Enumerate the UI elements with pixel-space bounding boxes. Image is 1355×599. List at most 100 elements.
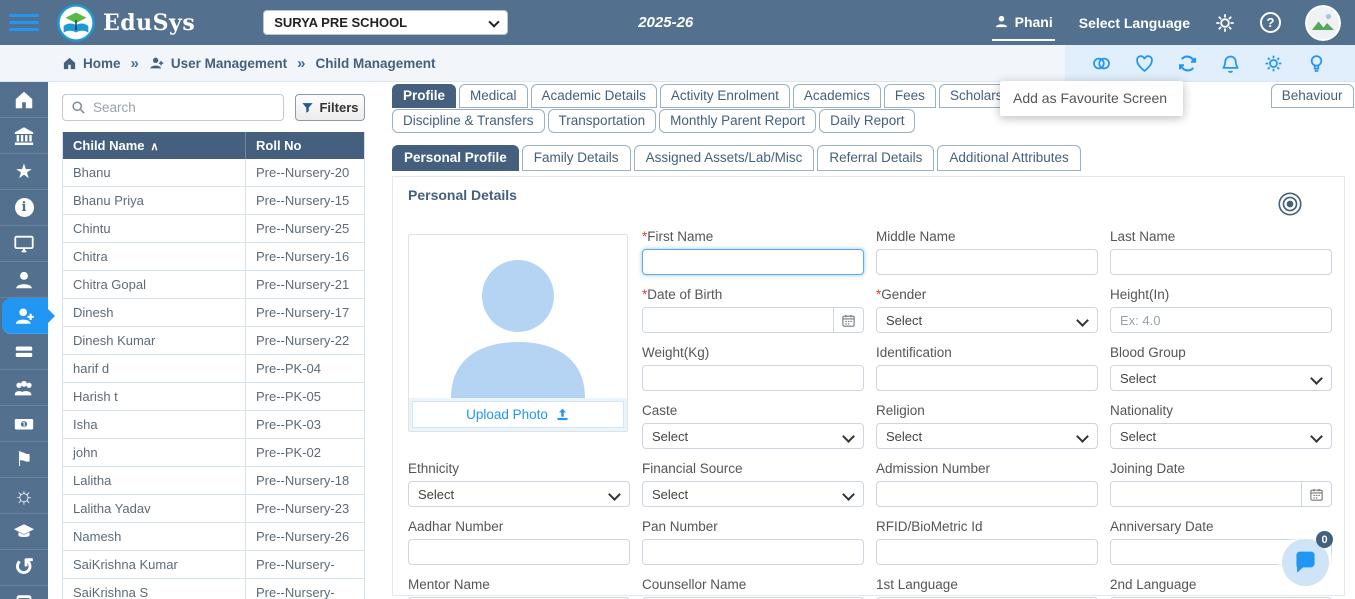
search-input[interactable] — [93, 100, 275, 115]
joining-date-input[interactable] — [1111, 482, 1301, 506]
settings-gear-icon[interactable] — [1214, 12, 1236, 34]
sidebar-item-academics[interactable] — [0, 514, 48, 550]
field-gender: *Gender Select — [876, 287, 1098, 333]
sidebar-item-groups[interactable] — [0, 370, 48, 406]
sidebar-item-institution[interactable] — [0, 118, 48, 154]
sidebar-item-finance[interactable]: 1 — [0, 406, 48, 442]
ethnicity-select[interactable]: Select — [408, 481, 630, 507]
lightbulb-icon[interactable] — [1306, 53, 1327, 74]
breadcrumb-home[interactable]: Home — [62, 56, 121, 71]
first-name-input[interactable] — [642, 249, 864, 275]
sort-asc-icon: ∧ — [150, 141, 159, 153]
sidebar-item-transport[interactable] — [0, 586, 48, 599]
subtab-assigned-assets[interactable]: Assigned Assets/Lab/Misc — [633, 145, 815, 171]
svg-text:1: 1 — [22, 421, 26, 428]
sidebar-item-user[interactable] — [0, 262, 48, 298]
pan-number-input[interactable] — [642, 539, 864, 565]
subtab-family-details[interactable]: Family Details — [521, 145, 631, 171]
table-row[interactable]: Bhanu Priya Pre--Nursery-15 — [63, 187, 364, 215]
child-detail-area: Profile Medical Academic Details Activit… — [375, 82, 1355, 599]
table-row[interactable]: Chitra Pre--Nursery-16 — [63, 243, 364, 271]
tab-monthly-parent-report[interactable]: Monthly Parent Report — [659, 109, 817, 133]
rfid-input[interactable] — [876, 539, 1098, 565]
select-language-button[interactable]: Select Language — [1079, 15, 1190, 31]
anniversary-date-input[interactable] — [1111, 540, 1301, 564]
last-name-input[interactable] — [1110, 249, 1332, 275]
nationality-select[interactable]: Select — [1110, 423, 1332, 449]
tab-transportation[interactable]: Transportation — [547, 109, 657, 133]
weight-input[interactable] — [642, 365, 864, 391]
sidebar-item-home[interactable] — [0, 82, 48, 118]
table-row[interactable]: SaiKrishna Kumar Pre--Nursery- — [63, 551, 364, 579]
help-icon[interactable]: ? — [1260, 12, 1281, 33]
blood-group-select[interactable]: Select — [1110, 365, 1332, 391]
table-row[interactable]: Bhanu Pre--Nursery-20 — [63, 159, 364, 187]
tab-academics[interactable]: Academics — [792, 84, 881, 108]
tab-academic-details[interactable]: Academic Details — [530, 84, 657, 108]
toggle-circles-icon[interactable] — [1091, 53, 1112, 74]
table-row[interactable]: Chintu Pre--Nursery-25 — [63, 215, 364, 243]
table-row[interactable]: harif d Pre--PK-04 — [63, 355, 364, 383]
table-row[interactable]: Namesh Pre--Nursery-26 — [63, 523, 364, 551]
school-selector-dropdown[interactable]: SURYA PRE SCHOOL — [263, 10, 509, 35]
table-row[interactable]: Harish t Pre--PK-05 — [63, 383, 364, 411]
upload-photo-button[interactable]: Upload Photo — [412, 401, 624, 428]
sidebar-item-flag[interactable]: ⚑ — [0, 442, 48, 478]
field-first-language: 1st Language Select — [876, 577, 1098, 599]
table-row[interactable]: Chitra Gopal Pre--Nursery-21 — [63, 271, 364, 299]
sidebar-item-user-management[interactable] — [2, 298, 55, 334]
user-menu[interactable]: Phani — [991, 5, 1055, 41]
financial-source-select[interactable]: Select — [642, 481, 864, 507]
column-header-roll-no[interactable]: Roll No — [245, 132, 364, 159]
table-row[interactable]: Dinesh Kumar Pre--Nursery-22 — [63, 327, 364, 355]
religion-select[interactable]: Select — [876, 423, 1098, 449]
admission-number-input[interactable] — [876, 481, 1098, 507]
favourite-heart-icon[interactable] — [1134, 53, 1155, 74]
sidebar-item-favourites[interactable]: ★ — [0, 154, 48, 190]
tab-discipline-transfers[interactable]: Discipline & Transfers — [392, 109, 545, 133]
screen-settings-gear-icon[interactable] — [1263, 53, 1284, 74]
target-focus-icon[interactable] — [1276, 190, 1304, 218]
tab-fees[interactable]: Fees — [883, 84, 936, 108]
tab-behaviour[interactable]: Behaviour — [1270, 84, 1354, 108]
sidebar-item-card[interactable] — [0, 334, 48, 370]
tab-profile[interactable]: Profile — [392, 84, 457, 108]
caste-select[interactable]: Select — [642, 423, 864, 449]
table-row[interactable]: john Pre--PK-02 — [63, 439, 364, 467]
height-input[interactable] — [1110, 307, 1332, 333]
child-photo-placeholder — [409, 235, 627, 398]
avatar[interactable] — [1305, 4, 1341, 41]
monitor-icon — [14, 235, 34, 252]
table-row[interactable]: Lalitha Pre--Nursery-18 — [63, 467, 364, 495]
identification-input[interactable] — [876, 365, 1098, 391]
table-row[interactable]: SaiKrishna S Pre--Nursery- — [63, 579, 364, 599]
sidebar-item-settings[interactable]: ☼ — [0, 478, 48, 514]
subtab-additional-attributes[interactable]: Additional Attributes — [937, 145, 1081, 171]
tab-medical[interactable]: Medical — [459, 84, 528, 108]
filters-button[interactable]: Filters — [295, 94, 365, 121]
subtab-referral-details[interactable]: Referral Details — [817, 145, 935, 171]
date-of-birth-input[interactable] — [643, 308, 833, 332]
aadhar-number-input[interactable] — [408, 539, 630, 565]
notifications-bell-icon[interactable] — [1220, 53, 1241, 74]
breadcrumb-user-management[interactable]: User Management — [149, 55, 287, 71]
sidebar-item-desktop[interactable] — [0, 226, 48, 262]
subtab-personal-profile[interactable]: Personal Profile — [392, 145, 519, 171]
sidebar-item-history[interactable]: ↺ — [0, 550, 48, 586]
app-logo[interactable]: EduSys — [57, 3, 195, 42]
calendar-icon[interactable] — [833, 308, 863, 332]
sidebar-item-info[interactable]: i — [0, 190, 48, 226]
column-header-child-name[interactable]: Child Name ∧ — [63, 138, 245, 153]
gender-select[interactable]: Select — [876, 307, 1098, 333]
table-row[interactable]: Dinesh Pre--Nursery-17 — [63, 299, 364, 327]
tab-activity-enrolment[interactable]: Activity Enrolment — [659, 84, 790, 108]
middle-name-input[interactable] — [876, 249, 1098, 275]
top-navbar: EduSys SURYA PRE SCHOOL 2025-26 Phani Se… — [0, 0, 1355, 45]
chat-widget-button[interactable]: 0 — [1282, 531, 1333, 586]
hamburger-menu-icon[interactable] — [9, 10, 39, 35]
table-row[interactable]: Isha Pre--PK-03 — [63, 411, 364, 439]
tab-daily-report[interactable]: Daily Report — [819, 109, 916, 133]
calendar-icon[interactable] — [1301, 482, 1331, 506]
refresh-sync-icon[interactable] — [1177, 53, 1198, 74]
table-row[interactable]: Lalitha Yadav Pre--Nursery-23 — [63, 495, 364, 523]
